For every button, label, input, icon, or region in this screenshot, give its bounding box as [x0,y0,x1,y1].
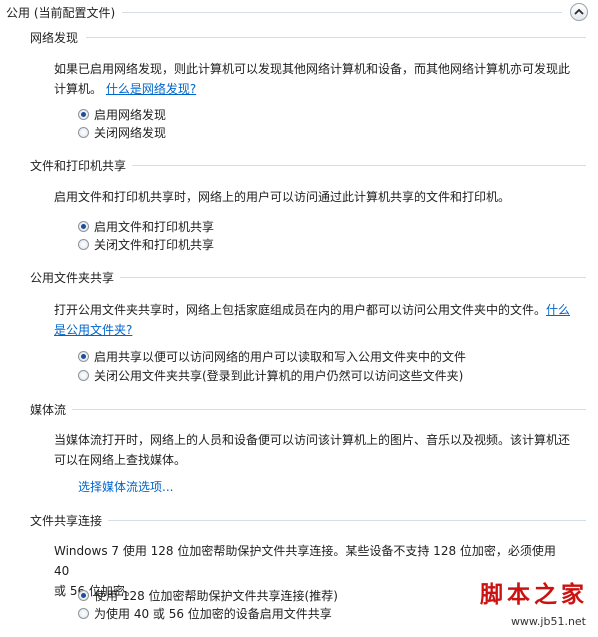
radio-enable-file-printer-sharing[interactable]: 启用文件和打印机共享 [78,218,214,235]
radio-unselected-icon[interactable] [78,608,89,619]
radio-unselected-icon[interactable] [78,370,89,381]
radio-40-56-bit-encryption[interactable]: 为使用 40 或 56 位加密的设备启用文件共享 [78,605,332,622]
radio-selected-icon[interactable] [78,590,89,601]
media-streaming-options-link[interactable]: 选择媒体流选项... [78,478,173,495]
watermark-url: www.jb51.net [510,615,586,628]
radio-128-bit-encryption[interactable]: 使用 128 位加密帮助保护文件共享连接(推荐) [78,587,338,604]
section-divider [86,37,586,38]
section-divider [72,409,586,410]
section-divider [108,520,586,521]
network-discovery-description: 如果已启用网络发现，则此计算机可以发现其他网络计算机和设备，而其他网络计算机亦可… [54,62,571,96]
radio-enable-public-folder-sharing[interactable]: 启用共享以便可以访问网络的用户可以读取和写入公用文件夹中的文件 [78,348,466,365]
network-discovery-help-link[interactable]: 什么是网络发现? [106,82,196,96]
radio-disable-public-folder-sharing[interactable]: 关闭公用文件夹共享(登录到此计算机的用户仍然可以访问这些文件夹) [78,367,463,384]
section-title-file-printer-sharing: 文件和打印机共享 [30,159,127,173]
file-printer-sharing-description: 启用文件和打印机共享时，网络上的用户可以访问通过此计算机共享的文件和打印机。 [54,190,511,204]
section-divider [132,165,586,166]
radio-enable-network-discovery[interactable]: 启用网络发现 [78,106,166,123]
section-title-network-discovery: 网络发现 [30,31,79,45]
section-title-file-sharing-connections: 文件共享连接 [30,514,103,528]
public-folder-help-link[interactable]: 什么 [546,303,570,317]
section-title-media-streaming: 媒体流 [30,403,67,417]
radio-disable-network-discovery[interactable]: 关闭网络发现 [78,124,166,141]
radio-selected-icon[interactable] [78,351,89,362]
radio-selected-icon[interactable] [78,109,89,120]
collapse-button[interactable] [570,3,588,21]
media-streaming-description: 当媒体流打开时，网络上的人员和设备便可以访问该计算机上的图片、音乐以及视频。该计… [54,433,571,467]
header-divider [122,12,562,13]
radio-selected-icon[interactable] [78,221,89,232]
watermark-logo: 脚本之家 [480,581,588,608]
public-folder-help-link-cont[interactable]: 是公用文件夹? [54,323,132,337]
radio-disable-file-printer-sharing[interactable]: 关闭文件和打印机共享 [78,236,214,253]
public-folder-sharing-description: 打开公用文件夹共享时，网络上包括家庭组成员在内的用户都可以访问公用文件夹中的文件… [54,303,571,337]
radio-unselected-icon[interactable] [78,127,89,138]
profile-header: 公用 (当前配置文件) [6,6,116,20]
radio-unselected-icon[interactable] [78,239,89,250]
section-divider [120,277,586,278]
section-title-public-folder-sharing: 公用文件夹共享 [30,271,115,285]
chevron-up-icon [574,8,584,15]
